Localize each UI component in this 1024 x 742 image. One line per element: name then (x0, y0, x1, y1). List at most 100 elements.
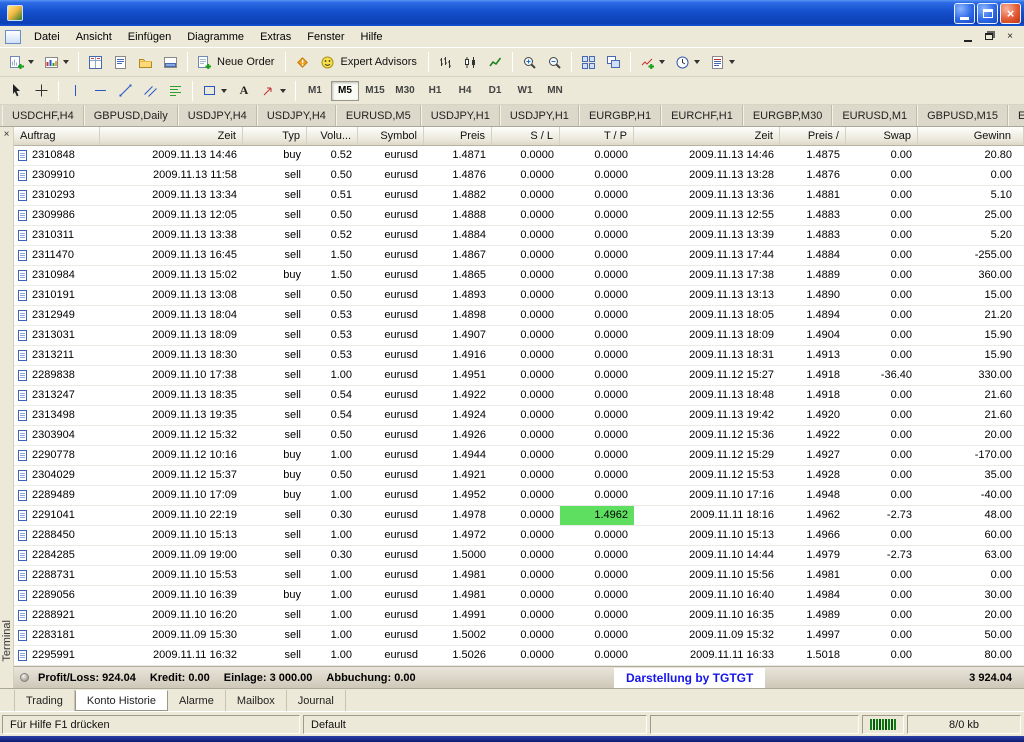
terminal-tab-alarme[interactable]: Alarme (168, 690, 226, 711)
table-row[interactable]: 23040292009.11.12 15:37buy0.50eurusd1.49… (14, 466, 1024, 486)
vertical-line-tool-button[interactable] (64, 80, 87, 102)
table-row[interactable]: 22887312009.11.10 15:53sell1.00eurusd1.4… (14, 566, 1024, 586)
terminal-tab-konto-historie[interactable]: Konto Historie (75, 690, 168, 711)
chart-tab-4[interactable]: EURUSD,M5 (336, 105, 421, 126)
timeframe-mn-button[interactable]: MN (541, 81, 569, 101)
mdi-close-button[interactable]: × (1001, 29, 1019, 44)
table-row[interactable]: 22884502009.11.10 15:13sell1.00eurusd1.4… (14, 526, 1024, 546)
status-connection-panel[interactable] (862, 715, 904, 734)
candlestick-chart-button[interactable] (459, 51, 482, 73)
periods-button[interactable] (671, 51, 704, 73)
chart-tab-0[interactable]: USDCHF,H4 (2, 105, 84, 126)
column-header-tp[interactable]: T / P (560, 127, 634, 145)
bar-chart-button[interactable] (434, 51, 457, 73)
chart-tab-1[interactable]: GBPUSD,Daily (84, 105, 178, 126)
timeframe-m30-button[interactable]: M30 (391, 81, 419, 101)
status-profile-panel[interactable]: Default (303, 715, 647, 734)
table-row[interactable]: 23129492009.11.13 18:04sell0.53eurusd1.4… (14, 306, 1024, 326)
profiles-button[interactable] (40, 51, 73, 73)
expert-advisors-button[interactable]: Expert Advisors (316, 51, 422, 73)
minimize-button[interactable] (954, 3, 975, 24)
chart-tab-12[interactable]: EU (1008, 105, 1024, 126)
maximize-button[interactable] (977, 3, 998, 24)
horizontal-line-tool-button[interactable] (89, 80, 112, 102)
new-chart-button[interactable] (5, 51, 38, 73)
menu-item-fenster[interactable]: Fenster (299, 27, 352, 47)
table-row[interactable]: 22894892009.11.10 17:09buy1.00eurusd1.49… (14, 486, 1024, 506)
cursor-tool-button[interactable] (5, 80, 28, 102)
mdi-restore-button[interactable] (980, 29, 998, 44)
table-row[interactable]: 23103112009.11.13 13:38sell0.52eurusd1.4… (14, 226, 1024, 246)
chart-tab-9[interactable]: EURGBP,M30 (743, 105, 833, 126)
new-order-button[interactable]: Neue Order (193, 51, 280, 73)
mdi-minimize-button[interactable] (959, 29, 977, 44)
table-row[interactable]: 23130312009.11.13 18:09sell0.53eurusd1.4… (14, 326, 1024, 346)
chart-tab-11[interactable]: GBPUSD,M15 (917, 105, 1008, 126)
table-row[interactable]: 22889212009.11.10 16:20sell1.00eurusd1.4… (14, 606, 1024, 626)
tile-windows-button[interactable] (577, 51, 600, 73)
chart-tab-10[interactable]: EURUSD,M1 (832, 105, 917, 126)
terminal-tab-mailbox[interactable]: Mailbox (226, 690, 287, 711)
table-row[interactable]: 23102932009.11.13 13:34sell0.51eurusd1.4… (14, 186, 1024, 206)
table-row[interactable]: 22842852009.11.09 19:00sell0.30eurusd1.5… (14, 546, 1024, 566)
table-row[interactable]: 23132112009.11.13 18:30sell0.53eurusd1.4… (14, 346, 1024, 366)
menu-item-hilfe[interactable]: Hilfe (353, 27, 391, 47)
text-tool-button[interactable]: A (233, 80, 255, 102)
terminal-close-button[interactable]: × (4, 129, 10, 140)
chart-tab-7[interactable]: EURGBP,H1 (579, 105, 661, 126)
terminal-tab-journal[interactable]: Journal (287, 690, 346, 711)
line-chart-button[interactable] (484, 51, 507, 73)
chart-tab-8[interactable]: EURCHF,H1 (661, 105, 743, 126)
crosshair-tool-button[interactable] (30, 80, 53, 102)
column-header-swap[interactable]: Swap (846, 127, 918, 145)
table-row[interactable]: 22907782009.11.12 10:16buy1.00eurusd1.49… (14, 446, 1024, 466)
metaeditor-button[interactable] (291, 51, 314, 73)
shapes-tool-button[interactable] (198, 80, 231, 102)
column-header-open-time[interactable]: Zeit (100, 127, 243, 145)
market-watch-button[interactable] (84, 51, 107, 73)
chart-tab-3[interactable]: USDJPY,H4 (257, 105, 336, 126)
chart-tab-5[interactable]: USDJPY,H1 (421, 105, 500, 126)
channel-tool-button[interactable] (139, 80, 162, 102)
column-header-type[interactable]: Typ (243, 127, 307, 145)
column-header-order[interactable]: Auftrag (14, 127, 100, 145)
menu-item-ansicht[interactable]: Ansicht (68, 27, 120, 47)
table-row[interactable]: 23101912009.11.13 13:08sell0.50eurusd1.4… (14, 286, 1024, 306)
table-row[interactable]: 23134982009.11.13 19:35sell0.54eurusd1.4… (14, 406, 1024, 426)
column-header-profit[interactable]: Gewinn (918, 127, 1024, 145)
column-header-open-price[interactable]: Preis (424, 127, 492, 145)
timeframe-h1-button[interactable]: H1 (421, 81, 449, 101)
zoom-in-button[interactable] (518, 51, 541, 73)
navigator-button[interactable] (134, 51, 157, 73)
menu-item-extras[interactable]: Extras (252, 27, 299, 47)
fibonacci-tool-button[interactable] (164, 80, 187, 102)
table-row[interactable]: 23132472009.11.13 18:35sell0.54eurusd1.4… (14, 386, 1024, 406)
zoom-out-button[interactable] (543, 51, 566, 73)
chart-tab-2[interactable]: USDJPY,H4 (178, 105, 257, 126)
column-header-volume[interactable]: Volu... (307, 127, 358, 145)
timeframe-m1-button[interactable]: M1 (301, 81, 329, 101)
column-header-close-time[interactable]: Zeit (634, 127, 780, 145)
close-button[interactable]: × (1000, 3, 1021, 24)
terminal-panel-button[interactable] (159, 51, 182, 73)
cascade-windows-button[interactable] (602, 51, 625, 73)
chart-tab-6[interactable]: USDJPY,H1 (500, 105, 579, 126)
table-row[interactable]: 22959912009.11.11 16:32sell1.00eurusd1.5… (14, 646, 1024, 666)
table-row[interactable]: 22890562009.11.10 16:39buy1.00eurusd1.49… (14, 586, 1024, 606)
column-header-symbol[interactable]: Symbol (358, 127, 424, 145)
indicators-button[interactable] (636, 51, 669, 73)
timeframe-h4-button[interactable]: H4 (451, 81, 479, 101)
table-row[interactable]: 23039042009.11.12 15:32sell0.50eurusd1.4… (14, 426, 1024, 446)
table-row[interactable]: 22831812009.11.09 15:30sell1.00eurusd1.5… (14, 626, 1024, 646)
timeframe-m15-button[interactable]: M15 (361, 81, 389, 101)
table-row[interactable]: 23109842009.11.13 15:02buy1.50eurusd1.48… (14, 266, 1024, 286)
column-header-sl[interactable]: S / L (492, 127, 560, 145)
timeframe-d1-button[interactable]: D1 (481, 81, 509, 101)
table-row[interactable]: 23108482009.11.13 14:46buy0.52eurusd1.48… (14, 146, 1024, 166)
column-header-close-price[interactable]: Preis / (780, 127, 846, 145)
terminal-tab-trading[interactable]: Trading (14, 690, 75, 711)
trendline-tool-button[interactable] (114, 80, 137, 102)
menu-item-einfügen[interactable]: Einfügen (120, 27, 179, 47)
table-row[interactable]: 23099102009.11.13 11:58sell0.50eurusd1.4… (14, 166, 1024, 186)
table-row[interactable]: 22898382009.11.10 17:38sell1.00eurusd1.4… (14, 366, 1024, 386)
